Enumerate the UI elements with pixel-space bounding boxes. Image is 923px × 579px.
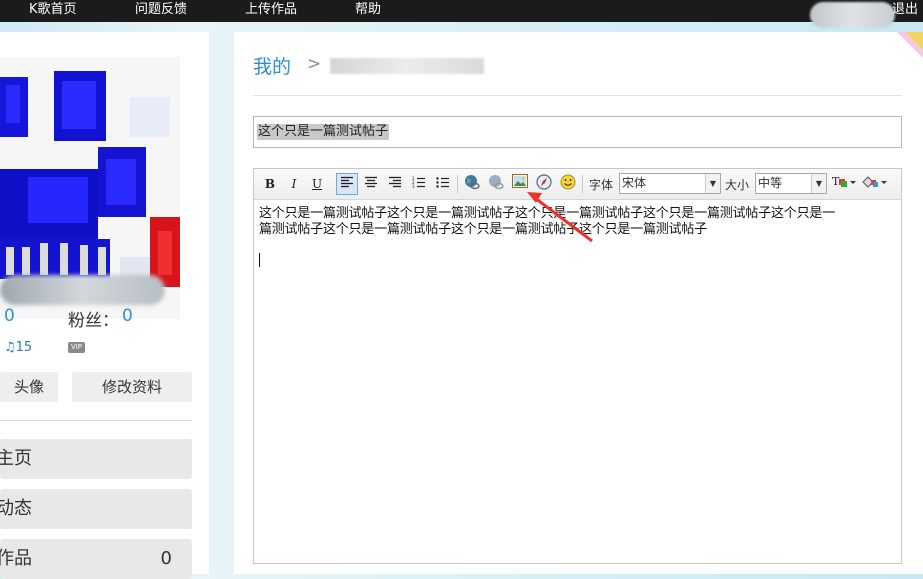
align-center-button[interactable]: [361, 174, 381, 194]
profile-sidebar: 0 粉丝： 0 ♫15 VIP 头像 修改资料 主页 动态 作品 0: [0, 32, 209, 579]
edit-profile-label: 修改资料: [101, 378, 162, 396]
editor-content-line: 篇测试帖子这个只是一篇测试帖子这个只是一篇测试帖子这个只是一篇测试帖子: [259, 222, 708, 237]
align-right-button[interactable]: [385, 174, 405, 194]
sidebar-item-home[interactable]: 主页: [0, 439, 192, 479]
nav-link-feedback[interactable]: 问题反馈: [135, 0, 187, 22]
follow-count[interactable]: 0: [4, 306, 15, 326]
unordered-list-icon: [436, 177, 449, 188]
music-level-badge: ♫15: [4, 340, 33, 355]
align-center-icon: [365, 176, 377, 188]
font-size-label: 大小: [725, 178, 750, 192]
sidebar-item-activity[interactable]: 动态: [0, 489, 192, 529]
font-family-value: 宋体: [622, 176, 647, 190]
italic-button[interactable]: I: [284, 174, 304, 194]
editor-content-line: 这个只是一篇测试帖子这个只是一篇测试帖子这个只是一篇测试帖子这个只是一篇测试帖子…: [259, 206, 836, 221]
background-color-button[interactable]: [860, 174, 888, 194]
font-size-value: 中等: [758, 176, 783, 190]
align-right-icon: [389, 176, 401, 188]
vip-badge: VIP: [68, 342, 85, 353]
ordered-list-button[interactable]: 123: [409, 174, 429, 194]
paint-bucket-icon: [862, 176, 887, 188]
fans-label: 粉丝：: [68, 311, 119, 331]
header-divider: [253, 95, 902, 96]
unordered-list-button[interactable]: [433, 174, 453, 194]
underline-button[interactable]: U: [307, 174, 327, 194]
sidebar-divider: [0, 420, 192, 421]
sidebar-item-label: 动态: [0, 498, 32, 519]
sidebar-item-label: 主页: [0, 448, 32, 469]
globe-link-icon: [465, 175, 480, 190]
unlink-icon: [489, 175, 504, 190]
editor-toolbar: B I U 123 字体 宋体 ▼ 大小 中等 ▼ T: [254, 169, 901, 200]
edit-profile-button[interactable]: 修改资料: [72, 372, 192, 402]
post-title-input[interactable]: 这个只是一篇测试帖子: [253, 116, 902, 148]
insert-link-button[interactable]: [462, 174, 482, 194]
rich-text-editor[interactable]: B I U 123 字体 宋体 ▼ 大小 中等 ▼ T 这个只是一篇测试帖子这个…: [253, 168, 902, 564]
toolbar-separator: [582, 175, 583, 193]
font-family-label: 字体: [589, 178, 614, 192]
toolbar-separator: [457, 175, 458, 193]
insert-image-button[interactable]: [510, 174, 530, 194]
editor-content[interactable]: 这个只是一篇测试帖子这个只是一篇测试帖子这个只是一篇测试帖子这个只是一篇测试帖子…: [259, 206, 895, 238]
nav-link-help[interactable]: 帮助: [355, 0, 381, 22]
chevron-down-icon: ▼: [705, 174, 720, 193]
sidebar-item-works[interactable]: 作品 0: [0, 539, 192, 579]
logout-link[interactable]: 退出: [892, 0, 918, 22]
fans-count[interactable]: 0: [122, 306, 133, 326]
font-family-select[interactable]: 宋体 ▼: [619, 173, 721, 194]
works-count: 0: [160, 548, 172, 569]
insert-emoji-button[interactable]: [558, 174, 578, 194]
smiley-icon: [560, 174, 576, 190]
corner-decoration-inner: [905, 32, 923, 50]
text-color-icon: T: [832, 175, 856, 188]
font-size-select[interactable]: 中等 ▼: [755, 173, 827, 194]
blurred-username: [810, 2, 895, 28]
insert-flash-button[interactable]: [534, 174, 554, 194]
change-avatar-button[interactable]: 头像: [0, 372, 58, 402]
breadcrumb-root[interactable]: 我的: [253, 52, 291, 79]
compass-icon: [536, 174, 552, 190]
avatar[interactable]: [0, 57, 180, 319]
image-icon: [512, 174, 528, 188]
breadcrumb-current-blurred: [330, 58, 484, 74]
svg-text:3: 3: [412, 184, 415, 188]
nav-link-upload[interactable]: 上传作品: [245, 0, 297, 22]
align-left-icon: [341, 176, 353, 188]
breadcrumb-separator: >: [307, 54, 322, 74]
chevron-down-icon: ▼: [811, 174, 826, 193]
svg-text:T: T: [832, 175, 840, 188]
blurred-nickname: [0, 275, 165, 305]
align-left-button[interactable]: [336, 173, 358, 195]
top-nav-bar: K歌首页 问题反馈 上传作品 帮助 退出: [0, 0, 923, 28]
ordered-list-icon: 123: [412, 176, 425, 189]
bold-button[interactable]: B: [260, 174, 280, 194]
sidebar-item-label: 作品: [0, 548, 32, 569]
nav-link-home[interactable]: K歌首页: [29, 0, 77, 22]
text-color-button[interactable]: T: [831, 174, 857, 194]
remove-link-button[interactable]: [486, 174, 506, 194]
change-avatar-label: 头像: [13, 378, 44, 396]
post-editor-panel: 我的 > 这个只是一篇测试帖子 B I U 123 字体 宋体 ▼ 大小 中等 …: [234, 32, 923, 574]
post-title-value: 这个只是一篇测试帖子: [257, 124, 390, 140]
text-caret: [259, 253, 260, 267]
